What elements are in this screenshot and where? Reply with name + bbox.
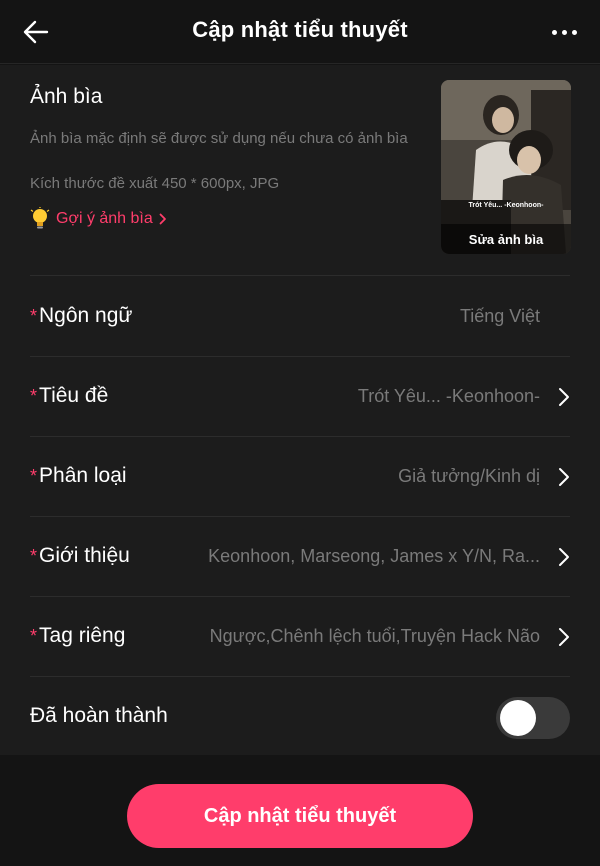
cover-description: Ảnh bìa mặc định sẽ được sử dụng nếu chư… (30, 130, 408, 147)
cover-suggest-label: Gợi ý ảnh bìa (56, 210, 153, 227)
required-mark: * (30, 305, 38, 326)
field-language-label: Ngôn ngữ (39, 304, 133, 327)
field-tags-label: Tag riêng (39, 624, 126, 647)
more-dot (561, 29, 567, 35)
field-category-label-wrap: * Phân loại (30, 464, 127, 488)
field-title[interactable]: * Tiêu đề Trót Yêu... -Keonhoon- (30, 357, 570, 437)
required-mark: * (30, 385, 38, 406)
footer: Cập nhật tiểu thuyết (0, 756, 600, 866)
field-intro-label: Giới thiệu (39, 544, 130, 567)
field-tags[interactable]: * Tag riêng Ngược,Chênh lệch tuổi,Truyện… (30, 597, 570, 677)
lightbulb-icon (30, 207, 50, 229)
more-horizontal-icon (551, 29, 557, 35)
required-mark: * (30, 465, 38, 486)
chevron-right-icon (559, 468, 569, 486)
chevron-right-icon (159, 213, 166, 225)
page-title: Cập nhật tiểu thuyết (192, 17, 408, 42)
chevron-right-icon (559, 628, 569, 646)
field-intro-label-wrap: * Giới thiệu (30, 544, 130, 568)
form-content: Ảnh bìa Ảnh bìa mặc định sẽ được sử dụng… (0, 65, 600, 755)
cover-section: Ảnh bìa Ảnh bìa mặc định sẽ được sử dụng… (30, 65, 571, 276)
update-novel-button[interactable]: Cập nhật tiểu thuyết (127, 784, 473, 848)
field-completed: Đã hoàn thành (30, 677, 570, 757)
more-options-button[interactable] (544, 18, 584, 46)
field-intro-value: Keonhoon, Marseong, James x Y/N, Ra... (208, 546, 540, 566)
cover-image-caption: Trót Yêu... -Keonhoon- (468, 202, 544, 209)
field-category-label: Phân loại (39, 464, 127, 487)
field-title-value: Trót Yêu... -Keonhoon- (357, 386, 540, 406)
field-completed-label: Đã hoàn thành (30, 704, 168, 727)
cover-image[interactable]: Trót Yêu... -Keonhoon- Sửa ảnh bìa (441, 80, 571, 254)
field-language-value: Tiếng Việt (459, 306, 540, 326)
edit-cover-button[interactable]: Sửa ảnh bìa (441, 224, 571, 254)
field-intro[interactable]: * Giới thiệu Keonhoon, Marseong, James x… (30, 517, 570, 597)
top-bar: Cập nhật tiểu thuyết (0, 0, 600, 64)
field-title-label: Tiêu đề (39, 384, 109, 407)
toggle-knob (500, 700, 536, 736)
field-language-label-wrap: * Ngôn ngữ (30, 304, 132, 328)
required-mark: * (30, 545, 38, 566)
field-category-value: Giả tưởng/Kinh dị (398, 466, 540, 486)
field-language[interactable]: * Ngôn ngữ Tiếng Việt (30, 277, 570, 357)
field-tags-value: Ngược,Chênh lệch tuổi,Truyện Hack Não (209, 626, 540, 646)
required-mark: * (30, 625, 38, 646)
cover-size-hint: Kích thước đề xuất 450 * 600px, JPG (30, 175, 280, 192)
field-tags-label-wrap: * Tag riêng (30, 624, 125, 648)
chevron-right-icon (559, 388, 569, 406)
chevron-right-icon (559, 548, 569, 566)
cover-suggest-link[interactable]: Gợi ý ảnh bìa (30, 205, 167, 233)
field-category[interactable]: * Phân loại Giả tưởng/Kinh dị (30, 437, 570, 517)
completed-toggle[interactable] (496, 697, 570, 739)
field-title-label-wrap: * Tiêu đề (30, 384, 108, 408)
more-dot (571, 29, 577, 35)
cover-title: Ảnh bìa (30, 85, 103, 108)
